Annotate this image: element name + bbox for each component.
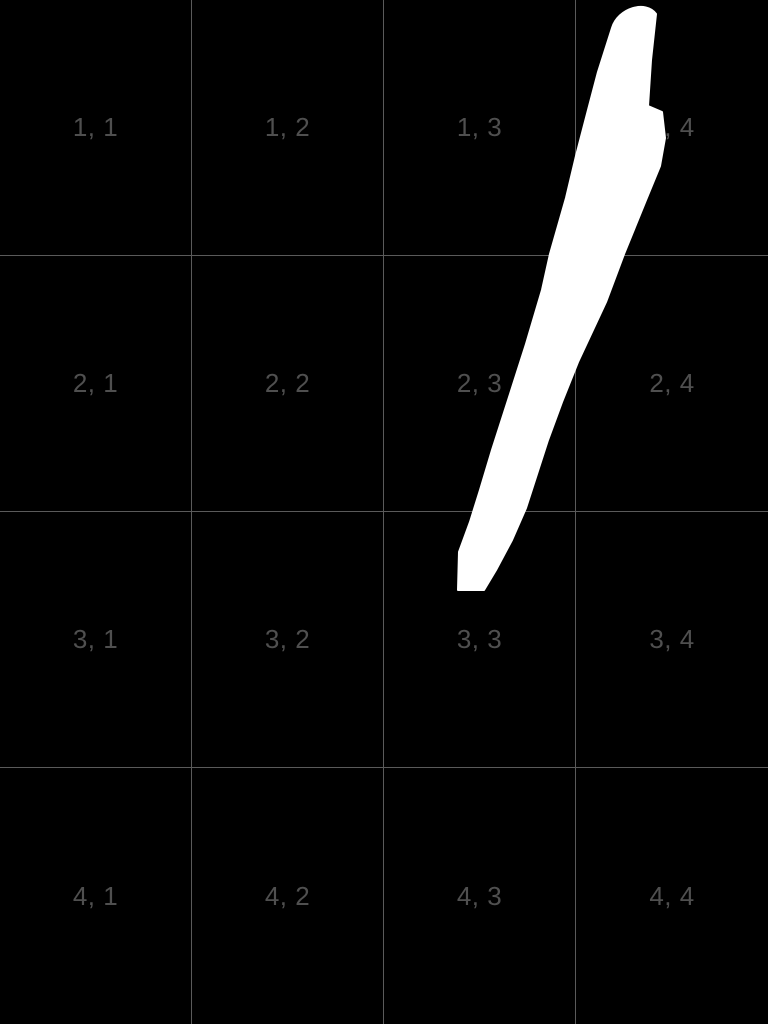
cell-label: 2, 4 xyxy=(649,368,695,398)
cell-label: 2, 3 xyxy=(456,368,503,398)
cell-label: 4, 3 xyxy=(456,880,503,911)
grid-cell[interactable]: 2, 1 xyxy=(0,256,192,512)
cell-label: 4, 4 xyxy=(649,880,695,911)
grid-cell[interactable]: 3, 4 xyxy=(576,512,768,768)
grid-cell[interactable]: 4, 1 xyxy=(0,768,192,1024)
grid-cell[interactable]: 3, 2 xyxy=(192,512,384,768)
grid-cell[interactable]: 1, 2 xyxy=(192,0,384,256)
cell-label: 1, 2 xyxy=(264,112,311,142)
cell-label: 3, 3 xyxy=(456,624,503,654)
cell-label: 3, 1 xyxy=(72,624,119,654)
grid-cell[interactable]: 3, 1 xyxy=(0,512,192,768)
grid-cell[interactable]: 1, 4 xyxy=(576,0,768,256)
grid-cell[interactable]: 2, 4 xyxy=(576,256,768,512)
cell-grid: 1, 1 1, 2 1, 3 1, 4 2, 1 2, 2 2, 3 2, 4 … xyxy=(0,0,768,1024)
cell-label: 1, 3 xyxy=(456,112,503,142)
grid-cell[interactable]: 3, 3 xyxy=(384,512,576,768)
cell-label: 1, 4 xyxy=(649,112,695,142)
grid-cell[interactable]: 2, 3 xyxy=(384,256,576,512)
cell-label: 4, 2 xyxy=(264,880,311,911)
drawing-canvas[interactable]: 1, 1 1, 2 1, 3 1, 4 2, 1 2, 2 2, 3 2, 4 … xyxy=(0,0,768,1024)
grid-cell[interactable]: 1, 3 xyxy=(384,0,576,256)
grid-cell[interactable]: 4, 2 xyxy=(192,768,384,1024)
cell-label: 2, 2 xyxy=(264,368,311,398)
grid-cell[interactable]: 1, 1 xyxy=(0,0,192,256)
cell-label: 3, 4 xyxy=(649,624,695,654)
cell-label: 2, 1 xyxy=(72,368,119,398)
grid-cell[interactable]: 4, 3 xyxy=(384,768,576,1024)
grid-cell[interactable]: 2, 2 xyxy=(192,256,384,512)
cell-label: 4, 1 xyxy=(72,880,119,911)
cell-label: 3, 2 xyxy=(264,624,311,654)
cell-label: 1, 1 xyxy=(72,112,119,142)
grid-cell[interactable]: 4, 4 xyxy=(576,768,768,1024)
